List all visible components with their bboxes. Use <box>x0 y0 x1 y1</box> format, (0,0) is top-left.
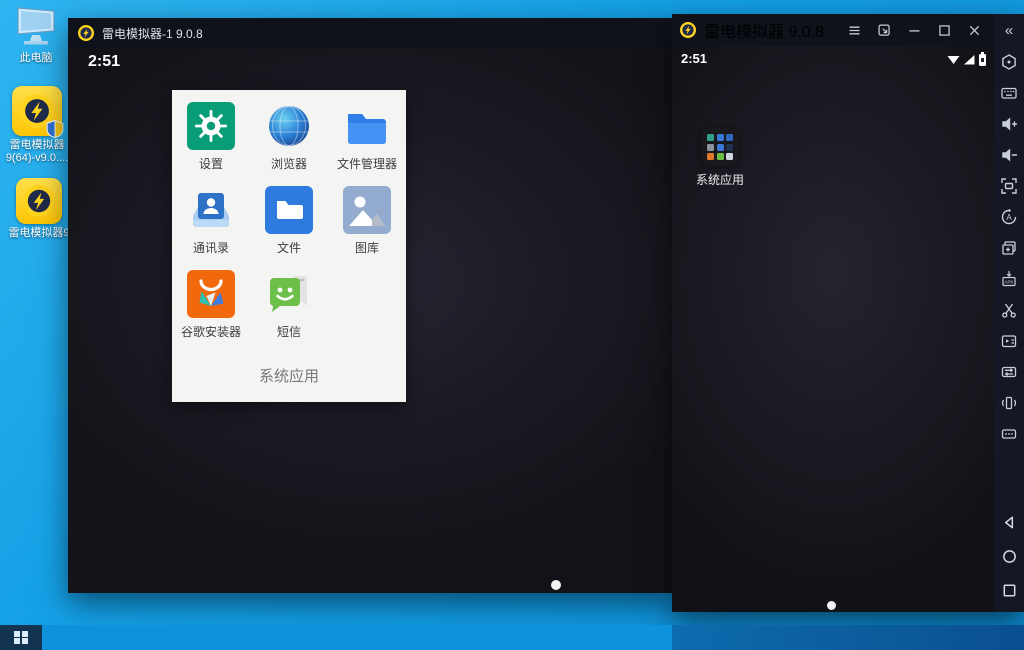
desktop-icon-label: 此电脑 <box>19 52 53 64</box>
emulator-window-1: 雷电模拟器-1 9.0.8 2:51 设置 浏览器 文件管理器 通讯录 文件 图… <box>68 18 672 593</box>
app-label: 短信 <box>276 325 301 339</box>
android-back-icon[interactable] <box>994 505 1024 539</box>
system-apps-folder-icon-home[interactable]: 系统应用 <box>690 128 750 188</box>
desktop-icon-ldplayer9[interactable]: 雷电模拟器9 <box>6 178 72 240</box>
rotate-screen-icon[interactable]: A <box>994 201 1024 232</box>
system-apps-folder-icon <box>701 128 739 166</box>
emulator1-title: 雷电模拟器-1 9.0.8 <box>102 26 203 41</box>
sidebar-collapse-icon[interactable]: « <box>994 14 1024 46</box>
shortcut-hexagon-icon[interactable] <box>994 46 1024 77</box>
android-clock: 2:51 <box>681 51 708 66</box>
volume-up-icon[interactable] <box>994 108 1024 139</box>
android-clock: 2:51 <box>88 53 121 70</box>
mini-mode-icon[interactable] <box>876 22 892 38</box>
app-settings[interactable]: 设置 <box>187 102 235 186</box>
apk-install-icon[interactable]: APK <box>994 263 1024 294</box>
wifi-icon <box>947 55 960 64</box>
synchronizer-icon[interactable] <box>994 356 1024 387</box>
app-label: 设置 <box>198 157 223 171</box>
minimize-icon[interactable] <box>906 22 922 38</box>
google-installer-bag-icon <box>186 270 235 318</box>
svg-text:APK: APK <box>1004 279 1014 284</box>
signal-icon <box>964 54 975 64</box>
home-folder-label: 系统应用 <box>695 173 744 187</box>
computer-icon <box>17 7 55 45</box>
files-folder-icon <box>265 186 313 234</box>
home-indicator-dot <box>827 601 836 610</box>
ldplayer-logo-icon <box>680 22 696 38</box>
taskbar-dark-section <box>672 625 1024 650</box>
app-files[interactable]: 文件 <box>265 186 313 270</box>
emulator-window-2: 雷电模拟器 9.0.8 2:51 系统应用 « A APK <box>672 14 1024 612</box>
app-google-installer[interactable]: 谷歌安装器 <box>181 270 241 354</box>
android-home-icon[interactable] <box>994 539 1024 573</box>
maximize-icon[interactable] <box>936 22 952 38</box>
ldplayer-icon <box>16 178 62 224</box>
screenshot-scissors-icon[interactable] <box>994 294 1024 325</box>
desktop-icon-label: 雷电模拟器9 <box>8 227 70 239</box>
android-status-icons <box>947 52 986 66</box>
app-contacts[interactable]: 通讯录 <box>187 186 235 270</box>
folder-app-grid: 设置 浏览器 文件管理器 通讯录 文件 图库 谷歌安装器 短信 <box>172 90 406 354</box>
emulator2-screen[interactable]: 2:51 系统应用 <box>672 46 994 612</box>
system-apps-folder-panel: 设置 浏览器 文件管理器 通讯录 文件 图库 谷歌安装器 短信 系统应用 <box>172 90 406 402</box>
app-label: 图库 <box>354 241 379 255</box>
battery-icon <box>979 52 986 66</box>
app-label: 浏览器 <box>270 157 307 171</box>
volume-down-icon[interactable] <box>994 139 1024 170</box>
fullscreen-icon[interactable] <box>994 170 1024 201</box>
android-recent-icon[interactable] <box>994 573 1024 607</box>
app-sms[interactable]: 短信 <box>265 270 313 354</box>
emulator2-title: 雷电模拟器 9.0.8 <box>704 24 825 41</box>
gallery-icon <box>343 186 391 234</box>
titlebar-buttons <box>846 14 982 46</box>
settings-gear-icon <box>187 102 235 150</box>
file-manager-folder-icon <box>347 114 386 144</box>
desktop-icon-label-2: 9(64)-v9.0.... <box>5 152 69 164</box>
windows-desktop: 此电脑 雷电模拟器 9(64)-v9.0.... 雷电模拟器9 雷电模拟器-1 … <box>0 0 1024 650</box>
ldplayer-logo-icon <box>78 25 94 41</box>
desktop-icon-label: 雷电模拟器 <box>9 139 65 151</box>
app-label: 文件 <box>276 241 301 255</box>
windows-start-button[interactable] <box>0 625 42 650</box>
emulator1-titlebar[interactable]: 雷电模拟器-1 9.0.8 <box>68 18 672 48</box>
svg-text:A: A <box>1006 213 1012 222</box>
emulator-toolbar-sidebar: « A APK <box>994 14 1024 612</box>
windows-start-icon <box>14 630 28 645</box>
app-browser[interactable]: 浏览器 <box>265 102 313 186</box>
more-options-icon[interactable] <box>994 418 1024 449</box>
desktop-icon-ldplayer9-64[interactable]: 雷电模拟器 9(64)-v9.0.... <box>4 86 70 165</box>
desktop-icon-this-pc[interactable]: 此电脑 <box>3 6 69 65</box>
home-indicator-dot <box>551 580 561 590</box>
app-label: 谷歌安装器 <box>180 325 241 339</box>
uac-shield-icon <box>46 120 64 138</box>
ldplayer-shield-icon <box>12 86 62 136</box>
app-label: 文件管理器 <box>336 157 397 171</box>
emulator1-screen[interactable]: 2:51 设置 浏览器 文件管理器 通讯录 文件 图库 谷歌安装器 短信 系统应… <box>68 48 672 593</box>
virtual-keyboard-icon[interactable] <box>994 77 1024 108</box>
contacts-icon <box>193 193 229 227</box>
app-gallery[interactable]: 图库 <box>343 186 391 270</box>
sms-smiley-icon <box>270 276 307 312</box>
emulator2-titlebar[interactable]: 雷电模拟器 9.0.8 <box>672 14 994 46</box>
folder-title: 系统应用 <box>258 368 319 385</box>
operation-recorder-icon[interactable] <box>994 325 1024 356</box>
multi-instance-icon[interactable] <box>994 232 1024 263</box>
menu-icon[interactable] <box>846 22 862 38</box>
close-icon[interactable] <box>966 22 982 38</box>
windows-taskbar: FF <box>0 625 1024 650</box>
app-label: 通讯录 <box>192 241 229 255</box>
shake-icon[interactable] <box>994 387 1024 418</box>
app-file-manager[interactable]: 文件管理器 <box>337 102 397 186</box>
browser-globe-icon <box>269 106 309 146</box>
